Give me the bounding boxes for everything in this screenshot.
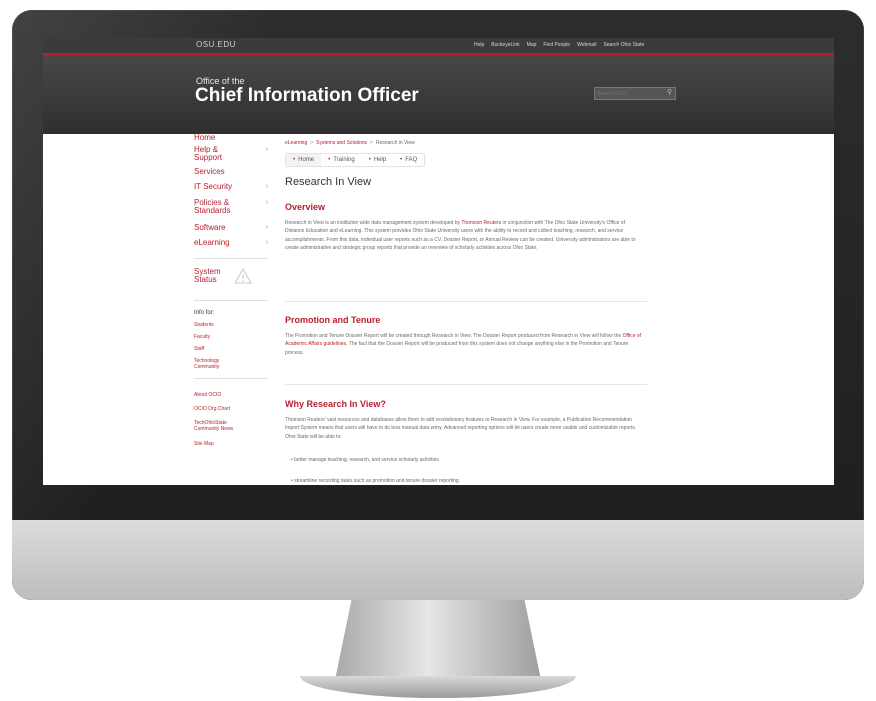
section-heading-promotion-tenure: Promotion and Tenure xyxy=(285,315,381,325)
overview-text-a: Research in View is an institution wide … xyxy=(285,220,461,226)
bullet-dot-icon: • xyxy=(400,157,403,163)
sidebar-divider xyxy=(194,378,268,379)
monitor-stand-foot xyxy=(300,676,576,698)
promotion-text-a: The Promotion and Tenure Dossier Report … xyxy=(285,333,622,339)
sidebar-item-label: IT Security xyxy=(194,182,233,191)
webmail-link[interactable]: Webmail xyxy=(577,42,596,48)
tab-label: Home xyxy=(298,157,315,163)
sidebar-item-label: Help & Support xyxy=(194,145,223,162)
why-bullet-text: streamline recording tasks such as promo… xyxy=(294,478,459,484)
breadcrumb-elearning[interactable]: eLearning xyxy=(285,140,307,146)
sidebar-nav: Home Help & Support › Services IT Securit… xyxy=(194,134,274,485)
section-divider xyxy=(285,301,647,302)
chevron-right-icon: › xyxy=(265,183,268,190)
top-utility-bar: OSU.EDU Help BuckeyeLink Map Find People… xyxy=(43,38,834,55)
overview-paragraph: Research in View is an institution wide … xyxy=(285,219,645,253)
why-bullet-text: better manage teaching, research, and se… xyxy=(294,457,439,463)
breadcrumb-separator: > xyxy=(370,140,373,146)
breadcrumb-systems-solutions[interactable]: Systems and Solutions xyxy=(316,140,367,146)
sidebar-item-label: Home xyxy=(194,133,216,142)
bullet-dot-icon: • xyxy=(328,157,331,163)
find-people-link[interactable]: Find People xyxy=(543,42,570,48)
site-map-link[interactable]: Site Map xyxy=(194,441,268,447)
info-link-students[interactable]: Students xyxy=(194,322,268,328)
section-heading-why: Why Research In View? xyxy=(285,399,386,409)
info-link-faculty[interactable]: Faculty xyxy=(194,334,268,340)
osu-edu-link[interactable]: OSU.EDU xyxy=(196,40,236,49)
help-link[interactable]: Help xyxy=(474,42,484,48)
breadcrumb-current: Research in View xyxy=(375,140,415,146)
tab-faq[interactable]: • FAQ xyxy=(393,154,424,166)
sidebar-item-elearning[interactable]: eLearning › xyxy=(194,239,268,247)
page-title: Research In View xyxy=(285,176,372,188)
why-bullet-item: • better manage teaching, research, and … xyxy=(291,457,439,463)
bullet-dot-icon: • xyxy=(368,157,371,163)
buckeyelink-link[interactable]: BuckeyeLink xyxy=(491,42,519,48)
techohiostate-news-link[interactable]: TechOhioState Community News xyxy=(194,420,268,432)
sidebar-item-label: Services xyxy=(194,167,225,176)
bullet-dot-icon: • xyxy=(293,157,296,163)
sidebar-item-label: Policies & Standards xyxy=(194,198,231,215)
chevron-right-icon: › xyxy=(265,224,268,231)
ocio-org-chart-link[interactable]: OCIO Org Chart xyxy=(194,406,268,412)
thomson-reuters-link[interactable]: Thomson Reuters xyxy=(461,220,501,226)
sidebar-item-label: eLearning xyxy=(194,238,230,247)
system-status-link[interactable]: System Status xyxy=(194,268,252,284)
monitor-stand-neck xyxy=(335,600,541,680)
warning-icon xyxy=(234,268,252,284)
about-ocio-link[interactable]: About OCIO xyxy=(194,392,268,398)
sidebar-divider xyxy=(194,300,268,301)
tab-label: FAQ xyxy=(405,157,418,163)
sidebar-item-it-security[interactable]: IT Security › xyxy=(194,183,268,191)
map-link[interactable]: Map xyxy=(527,42,537,48)
screen: OSU.EDU Help BuckeyeLink Map Find People… xyxy=(43,38,834,485)
section-heading-overview: Overview xyxy=(285,202,326,212)
info-link-staff[interactable]: Staff xyxy=(194,346,268,352)
search-input[interactable] xyxy=(597,88,661,99)
tab-home[interactable]: • Home xyxy=(286,154,322,166)
tab-label: Training xyxy=(333,157,355,163)
search-box: ⚲ xyxy=(594,87,676,100)
chevron-right-icon: › xyxy=(265,239,268,246)
sidebar-item-policies-standards[interactable]: Policies & Standards › xyxy=(194,199,268,215)
why-paragraph: Thomson Reuters' vast resources and data… xyxy=(285,417,637,440)
tab-help[interactable]: • Help xyxy=(362,154,393,166)
search-ohio-state-link[interactable]: Search Ohio State xyxy=(603,42,644,48)
utility-links: Help BuckeyeLink Map Find People Webmail… xyxy=(474,42,644,48)
info-for-heading: Info for: xyxy=(194,310,215,316)
info-link-technology-community[interactable]: Technology Community xyxy=(194,358,268,370)
page-tabs: • Home • Training • Help • FAQ xyxy=(285,153,426,167)
why-bullet-item: • streamline recording tasks such as pro… xyxy=(291,478,459,484)
sidebar-item-help-support[interactable]: Help & Support › xyxy=(194,146,268,162)
sidebar-item-label: Software xyxy=(194,223,226,232)
breadcrumb: eLearning > Systems and Solutions > Rese… xyxy=(285,140,415,146)
section-divider xyxy=(285,384,647,385)
system-status-label: System Status xyxy=(194,267,221,284)
monitor-chin xyxy=(12,520,864,600)
breadcrumb-separator: > xyxy=(310,140,314,146)
chevron-right-icon: › xyxy=(265,146,268,153)
sidebar-item-software[interactable]: Software › xyxy=(194,224,268,232)
sidebar-item-home[interactable]: Home xyxy=(194,134,268,142)
sidebar-divider xyxy=(194,258,268,259)
site-header: Office of the Chief Information Officer … xyxy=(43,55,834,134)
tab-label: Help xyxy=(373,157,387,163)
main-content: eLearning > Systems and Solutions > Rese… xyxy=(285,134,647,485)
search-icon[interactable]: ⚲ xyxy=(667,88,672,96)
tab-training[interactable]: • Training xyxy=(321,154,362,166)
chevron-right-icon: › xyxy=(265,199,268,206)
site-title[interactable]: Chief Information Officer xyxy=(195,85,419,107)
promotion-paragraph: The Promotion and Tenure Dossier Report … xyxy=(285,332,645,357)
sidebar-item-services[interactable]: Services xyxy=(194,168,268,176)
